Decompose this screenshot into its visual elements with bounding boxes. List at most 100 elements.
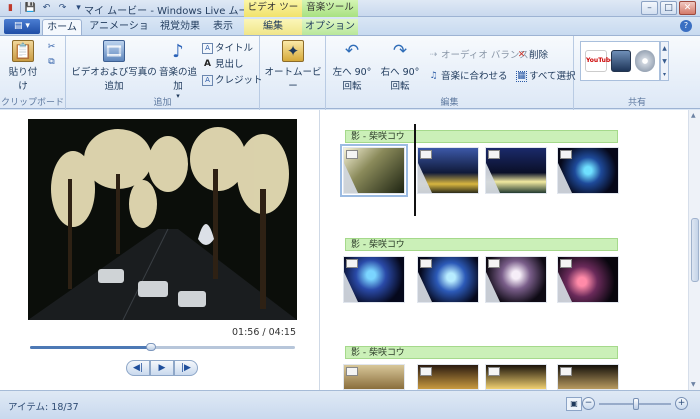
storyboard[interactable]: 影 - 柴咲コウ 影 - 柴咲コウ 影 - 柴咲コウ ▲ ▼	[321, 110, 700, 390]
tab-visual-effects[interactable]: 視覚効果	[156, 19, 204, 35]
cut-button[interactable]: ✂	[46, 41, 57, 54]
tab-edit[interactable]: 編集	[244, 19, 302, 35]
close-button[interactable]: ✕	[679, 1, 696, 15]
zoom-slider[interactable]	[599, 397, 671, 410]
storyboard-scroll-thumb[interactable]	[691, 218, 699, 282]
clip-thumbnail[interactable]	[417, 364, 479, 390]
seek-bar-progress	[30, 346, 151, 349]
clip-badge-icon	[488, 150, 500, 159]
dvd-icon[interactable]	[635, 50, 655, 72]
scroll-down-icon[interactable]: ▼	[691, 381, 696, 388]
clip-thumbnail[interactable]	[343, 364, 405, 390]
play-button[interactable]: ▶	[150, 360, 174, 376]
select-all-icon: ▦	[516, 71, 527, 82]
maximize-button[interactable]: □	[660, 1, 677, 15]
minimize-button[interactable]: –	[641, 1, 658, 15]
clip-badge-icon	[346, 259, 358, 268]
undo-icon[interactable]: ↶	[40, 2, 53, 14]
clip-thumbnail[interactable]	[485, 147, 547, 194]
transition-marker	[418, 272, 432, 302]
music-track-bar[interactable]: 影 - 柴咲コウ	[345, 130, 618, 143]
clipboard-icon: 📋	[12, 40, 34, 62]
zoom-out-button[interactable]: −	[582, 397, 595, 410]
youtube-icon[interactable]: YouTube	[585, 50, 614, 72]
seek-bar-thumb[interactable]	[145, 343, 156, 351]
caption-label: 見出し	[215, 59, 244, 70]
zoom-slider-thumb[interactable]	[633, 397, 639, 410]
clip-thumbnail[interactable]	[485, 364, 547, 390]
clip-thumbnail[interactable]	[557, 147, 619, 194]
music-track-label: 影 - 柴咲コウ	[351, 132, 405, 142]
caption-icon: A	[204, 59, 211, 69]
select-all-button[interactable]: ▦ すべて選択	[516, 70, 575, 83]
add-music-button[interactable]: ♪ 音楽の追加 ▾	[156, 40, 200, 101]
title-icon: A	[202, 43, 213, 54]
zoom-in-button[interactable]: +	[675, 397, 688, 410]
automovie-button[interactable]: ✦ オートムービー	[262, 40, 324, 92]
transition-marker	[486, 163, 500, 193]
transition-marker	[344, 272, 358, 302]
window-controls: – □ ✕	[641, 1, 696, 15]
clip-thumbnail[interactable]	[340, 144, 408, 197]
group-automovie: ✦ オートムービー	[260, 36, 326, 110]
clip-thumbnail[interactable]	[557, 364, 619, 390]
transition-marker	[344, 163, 358, 193]
status-bar: アイテム: 18/37 ▣ − +	[0, 390, 700, 419]
help-icon[interactable]: ?	[680, 20, 692, 32]
title-button[interactable]: A タイトル	[202, 42, 253, 55]
copy-icon: ⧉	[48, 57, 55, 67]
tab-home[interactable]: ホーム	[42, 19, 82, 35]
rotate-right-button[interactable]: ↷ 右へ 90°回転	[376, 40, 424, 92]
seek-bar[interactable]	[30, 343, 295, 351]
music-note-icon: ♪	[172, 40, 184, 62]
clip-badge-icon	[346, 367, 358, 376]
scroll-up-icon[interactable]: ▲	[691, 112, 696, 119]
audio-balance-button[interactable]: ⇢ オーディオ バランス	[428, 49, 529, 62]
add-video-photo-button[interactable]: 🎞 ビデオおよび写真の追加	[70, 40, 158, 92]
caption-button[interactable]: A 見出し	[202, 58, 244, 71]
paste-button[interactable]: 📋 貼り付け	[6, 40, 40, 92]
clip-badge-icon	[488, 259, 500, 268]
rotate-left-button[interactable]: ↶ 左へ 90°回転	[328, 40, 376, 92]
tab-animation[interactable]: アニメーション	[86, 19, 152, 47]
credits-icon: A	[202, 75, 213, 86]
app-menu-button[interactable]: ▤ ▾	[4, 19, 40, 34]
display-icon[interactable]	[611, 50, 632, 72]
fit-to-music-button[interactable]: ♫ 音楽に合わせる	[428, 70, 507, 83]
clip-thumbnail[interactable]	[343, 256, 405, 303]
storyboard-scrollbar[interactable]: ▲ ▼	[688, 110, 700, 390]
clip-thumbnail[interactable]	[417, 147, 479, 194]
share-gallery-scroll[interactable]: ▲ ▼ ▾	[660, 41, 669, 81]
previous-frame-button[interactable]: ◀|	[126, 360, 150, 376]
tab-view[interactable]: 表示	[206, 19, 240, 35]
add-music-label: 音楽の追加	[158, 67, 197, 92]
automovie-label: オートムービー	[264, 67, 322, 92]
rotate-left-icon: ↶	[344, 41, 360, 61]
clip-thumbnail[interactable]	[557, 256, 619, 303]
save-icon[interactable]: 💾	[24, 2, 37, 14]
music-track-bar[interactable]: 影 - 柴咲コウ	[345, 346, 618, 359]
clip-thumbnail[interactable]	[485, 256, 547, 303]
preview-video[interactable]	[28, 119, 297, 320]
transition-marker	[486, 272, 500, 302]
delete-button[interactable]: ✕ 削除	[516, 49, 548, 62]
automovie-icon: ✦	[282, 40, 304, 62]
app-icon[interactable]: ▮	[4, 2, 17, 14]
credits-button[interactable]: A クレジット	[202, 74, 263, 87]
next-frame-button[interactable]: |▶	[174, 360, 198, 376]
rotate-left-label: 左へ 90°回転	[332, 67, 372, 92]
playhead[interactable]	[414, 124, 416, 216]
clip-thumbnail[interactable]	[417, 256, 479, 303]
tab-options[interactable]: オプション	[302, 19, 358, 35]
delete-label: 削除	[529, 50, 549, 61]
music-track-bar[interactable]: 影 - 柴咲コウ	[345, 238, 618, 251]
quick-access-toolbar: ▮ 💾 ↶ ↷ ▾	[4, 2, 85, 14]
zoom-control: − +	[582, 397, 688, 410]
redo-icon[interactable]: ↷	[56, 2, 69, 14]
aspect-ratio-icon[interactable]: ▣	[566, 397, 582, 411]
group-label-clipboard: クリップボード	[0, 98, 64, 108]
title-label: タイトル	[215, 43, 254, 54]
copy-button[interactable]: ⧉	[46, 56, 57, 69]
clip-badge-icon	[346, 150, 358, 159]
group-label-edit: 編集	[440, 98, 459, 108]
